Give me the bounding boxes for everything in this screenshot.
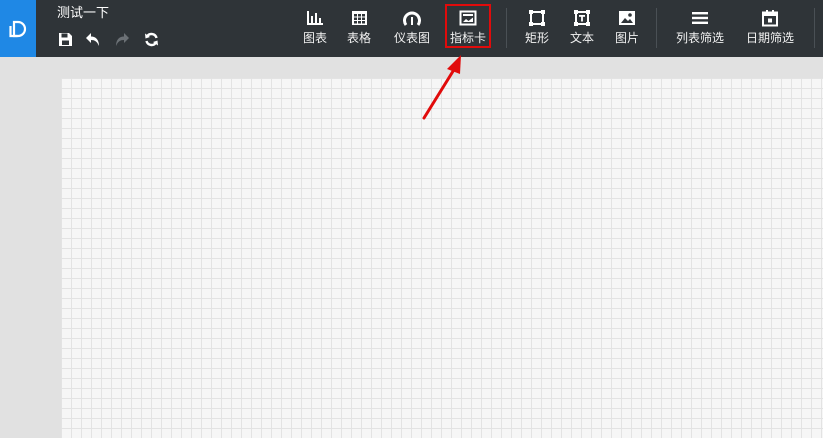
bar-chart-icon [305, 8, 325, 28]
refresh-button[interactable] [142, 30, 160, 48]
gauge-icon [402, 8, 422, 28]
save-button[interactable] [56, 30, 74, 48]
toolbar-divider [814, 8, 815, 48]
text-tool[interactable]: 文本 [567, 6, 597, 50]
date-filter-tool[interactable]: 日期筛选 [742, 6, 798, 50]
table-icon [349, 8, 369, 28]
design-canvas[interactable] [61, 78, 823, 438]
table-tool[interactable]: 表格 [344, 6, 374, 50]
table-tool-label: 表格 [346, 31, 371, 45]
rectangle-tool[interactable]: 矩形 [522, 6, 552, 50]
list-filter-tool[interactable]: 列表筛选 [672, 6, 728, 50]
image-icon [617, 8, 637, 28]
text-icon [572, 8, 592, 28]
save-icon [58, 32, 72, 46]
calendar-icon [760, 8, 780, 28]
redo-button[interactable] [113, 30, 131, 48]
toolbar-divider [656, 8, 657, 48]
chart-tool[interactable]: 图表 [300, 6, 330, 50]
kpi-card-highlight-box [445, 4, 491, 48]
document-title[interactable]: 测试一下 [57, 6, 109, 22]
list-icon [690, 8, 710, 28]
undo-icon [86, 32, 99, 46]
refresh-icon [144, 32, 158, 46]
redo-icon [116, 32, 129, 46]
image-tool-label: 图片 [614, 31, 639, 45]
gauge-tool[interactable]: 仪表图 [392, 6, 432, 50]
list-filter-tool-label: 列表筛选 [675, 31, 724, 45]
chart-tool-label: 图表 [302, 31, 327, 45]
image-tool[interactable]: 图片 [612, 6, 642, 50]
text-tool-label: 文本 [569, 31, 594, 45]
date-filter-tool-label: 日期筛选 [745, 31, 794, 45]
gauge-tool-label: 仪表图 [393, 31, 430, 45]
undo-button[interactable] [84, 30, 102, 48]
rectangle-tool-label: 矩形 [524, 31, 549, 45]
logo-icon [9, 20, 27, 37]
rectangle-icon [527, 8, 547, 28]
app-logo[interactable] [0, 0, 36, 57]
toolbar-divider [506, 8, 507, 48]
top-toolbar: 测试一下 图表 表格 仪表图 指标卡 矩形 文本 图片 列表筛选 日期筛选 [0, 0, 823, 57]
